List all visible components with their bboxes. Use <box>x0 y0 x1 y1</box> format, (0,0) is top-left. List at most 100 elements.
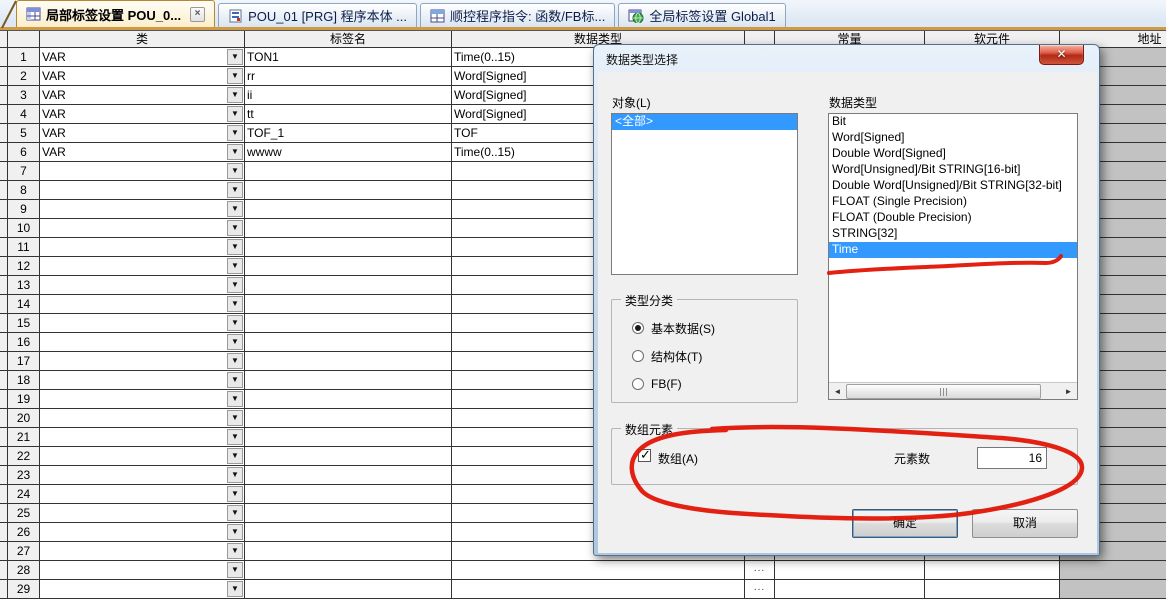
cell-label[interactable] <box>245 409 452 428</box>
cell-class[interactable]: ▼ <box>40 371 245 390</box>
cell-label[interactable] <box>245 523 452 542</box>
class-dropdown-button[interactable]: ▼ <box>227 543 243 559</box>
cell-class[interactable]: VAR▼ <box>40 86 245 105</box>
class-dropdown-button[interactable]: ▼ <box>227 144 243 160</box>
class-dropdown-button[interactable]: ▼ <box>227 315 243 331</box>
cell-device[interactable] <box>925 561 1060 580</box>
ok-button[interactable]: 确定 <box>852 509 958 538</box>
data-type-list-item[interactable]: Word[Signed] <box>829 130 1077 146</box>
class-dropdown-button[interactable]: ▼ <box>227 125 243 141</box>
class-dropdown-button[interactable]: ▼ <box>227 391 243 407</box>
class-dropdown-button[interactable]: ▼ <box>227 296 243 312</box>
class-dropdown-button[interactable]: ▼ <box>227 467 243 483</box>
cell-label[interactable]: wwww <box>245 143 452 162</box>
class-dropdown-button[interactable]: ▼ <box>227 448 243 464</box>
cell-label[interactable] <box>245 504 452 523</box>
data-type-list-item[interactable]: FLOAT (Double Precision) <box>829 210 1077 226</box>
cell-label[interactable] <box>245 238 452 257</box>
cell-type[interactable] <box>452 561 745 580</box>
radio-icon[interactable] <box>632 378 644 390</box>
cell-label[interactable] <box>245 485 452 504</box>
cell-class[interactable]: ▼ <box>40 523 245 542</box>
class-dropdown-button[interactable]: ▼ <box>227 410 243 426</box>
cell-label[interactable] <box>245 181 452 200</box>
cell-class[interactable]: ▼ <box>40 181 245 200</box>
cell-label[interactable] <box>245 162 452 181</box>
data-type-list-item[interactable]: STRING[32] <box>829 226 1077 242</box>
cell-label[interactable] <box>245 219 452 238</box>
class-dropdown-button[interactable]: ▼ <box>227 353 243 369</box>
data-type-list-item[interactable]: Time <box>829 242 1077 258</box>
cell-class[interactable]: VAR▼ <box>40 67 245 86</box>
radio-icon[interactable] <box>632 350 644 362</box>
cell-class[interactable]: ▼ <box>40 200 245 219</box>
scrollbar-thumb[interactable] <box>846 384 1041 399</box>
cell-class[interactable]: VAR▼ <box>40 143 245 162</box>
class-dropdown-button[interactable]: ▼ <box>227 49 243 65</box>
class-dropdown-button[interactable]: ▼ <box>227 68 243 84</box>
tab-close-icon[interactable]: × <box>190 7 205 22</box>
cell-label[interactable]: TOF_1 <box>245 124 452 143</box>
class-dropdown-button[interactable]: ▼ <box>227 334 243 350</box>
cell-label[interactable]: tt <box>245 105 452 124</box>
tab-global-label-setting[interactable]: 全局标签设置 Global1 <box>618 3 785 27</box>
cell-class[interactable]: ▼ <box>40 485 245 504</box>
cell-label[interactable] <box>245 352 452 371</box>
class-dropdown-button[interactable]: ▼ <box>227 239 243 255</box>
cell-label[interactable] <box>245 428 452 447</box>
horizontal-scrollbar[interactable]: ◄ ► <box>829 382 1077 399</box>
tab-local-label-setting[interactable]: 局部标签设置 POU_0... × <box>16 0 215 27</box>
cell-class[interactable]: VAR▼ <box>40 48 245 67</box>
cell-class[interactable]: ▼ <box>40 542 245 561</box>
class-dropdown-button[interactable]: ▼ <box>227 220 243 236</box>
category-option[interactable]: FB(F) <box>632 376 682 392</box>
cell-class[interactable]: ▼ <box>40 466 245 485</box>
cell-device[interactable] <box>925 580 1060 599</box>
cell-class[interactable]: ▼ <box>40 504 245 523</box>
cell-class[interactable]: ▼ <box>40 314 245 333</box>
category-option[interactable]: 结构体(T) <box>632 348 702 364</box>
cell-label[interactable] <box>245 295 452 314</box>
cell-label[interactable]: ii <box>245 86 452 105</box>
object-list-item[interactable]: <全部> <box>612 114 797 130</box>
class-dropdown-button[interactable]: ▼ <box>227 258 243 274</box>
cell-class[interactable]: ▼ <box>40 219 245 238</box>
cell-label[interactable] <box>245 542 452 561</box>
cancel-button[interactable]: 取消 <box>972 509 1078 538</box>
cell-label[interactable] <box>245 580 452 599</box>
cell-label[interactable] <box>245 371 452 390</box>
cell-class[interactable]: ▼ <box>40 390 245 409</box>
cell-class[interactable]: ▼ <box>40 561 245 580</box>
class-dropdown-button[interactable]: ▼ <box>227 581 243 597</box>
class-dropdown-button[interactable]: ▼ <box>227 201 243 217</box>
cell-class[interactable]: ▼ <box>40 352 245 371</box>
cell-class[interactable]: ▼ <box>40 276 245 295</box>
data-type-list-item[interactable]: Double Word[Signed] <box>829 146 1077 162</box>
data-type-list-item[interactable]: Word[Unsigned]/Bit STRING[16-bit] <box>829 162 1077 178</box>
class-dropdown-button[interactable]: ▼ <box>227 277 243 293</box>
scroll-left-icon[interactable]: ◄ <box>829 383 846 400</box>
type-detail-button[interactable]: ... <box>745 561 775 580</box>
cell-label[interactable] <box>245 276 452 295</box>
class-dropdown-button[interactable]: ▼ <box>227 372 243 388</box>
dialog-close-button[interactable]: ✕ <box>1039 45 1084 65</box>
cell-label[interactable] <box>245 561 452 580</box>
cell-class[interactable]: ▼ <box>40 333 245 352</box>
data-type-list-item[interactable]: Double Word[Unsigned]/Bit STRING[32-bit] <box>829 178 1077 194</box>
radio-icon[interactable] <box>632 322 644 334</box>
cell-label[interactable] <box>245 466 452 485</box>
cell-type[interactable] <box>452 580 745 599</box>
cell-class[interactable]: VAR▼ <box>40 105 245 124</box>
cell-label[interactable] <box>245 447 452 466</box>
cell-class[interactable]: ▼ <box>40 447 245 466</box>
data-type-listbox[interactable]: BitWord[Signed]Double Word[Signed]Word[U… <box>828 113 1078 400</box>
class-dropdown-button[interactable]: ▼ <box>227 87 243 103</box>
class-dropdown-button[interactable]: ▼ <box>227 505 243 521</box>
cell-class[interactable]: ▼ <box>40 580 245 599</box>
cell-class[interactable]: VAR▼ <box>40 124 245 143</box>
cell-class[interactable]: ▼ <box>40 238 245 257</box>
category-option[interactable]: 基本数据(S) <box>632 320 715 336</box>
tab-pou01-program-body[interactable]: POU_01 [PRG] 程序本体 ... <box>218 3 417 27</box>
scroll-right-icon[interactable]: ► <box>1060 383 1077 400</box>
class-dropdown-button[interactable]: ▼ <box>227 524 243 540</box>
